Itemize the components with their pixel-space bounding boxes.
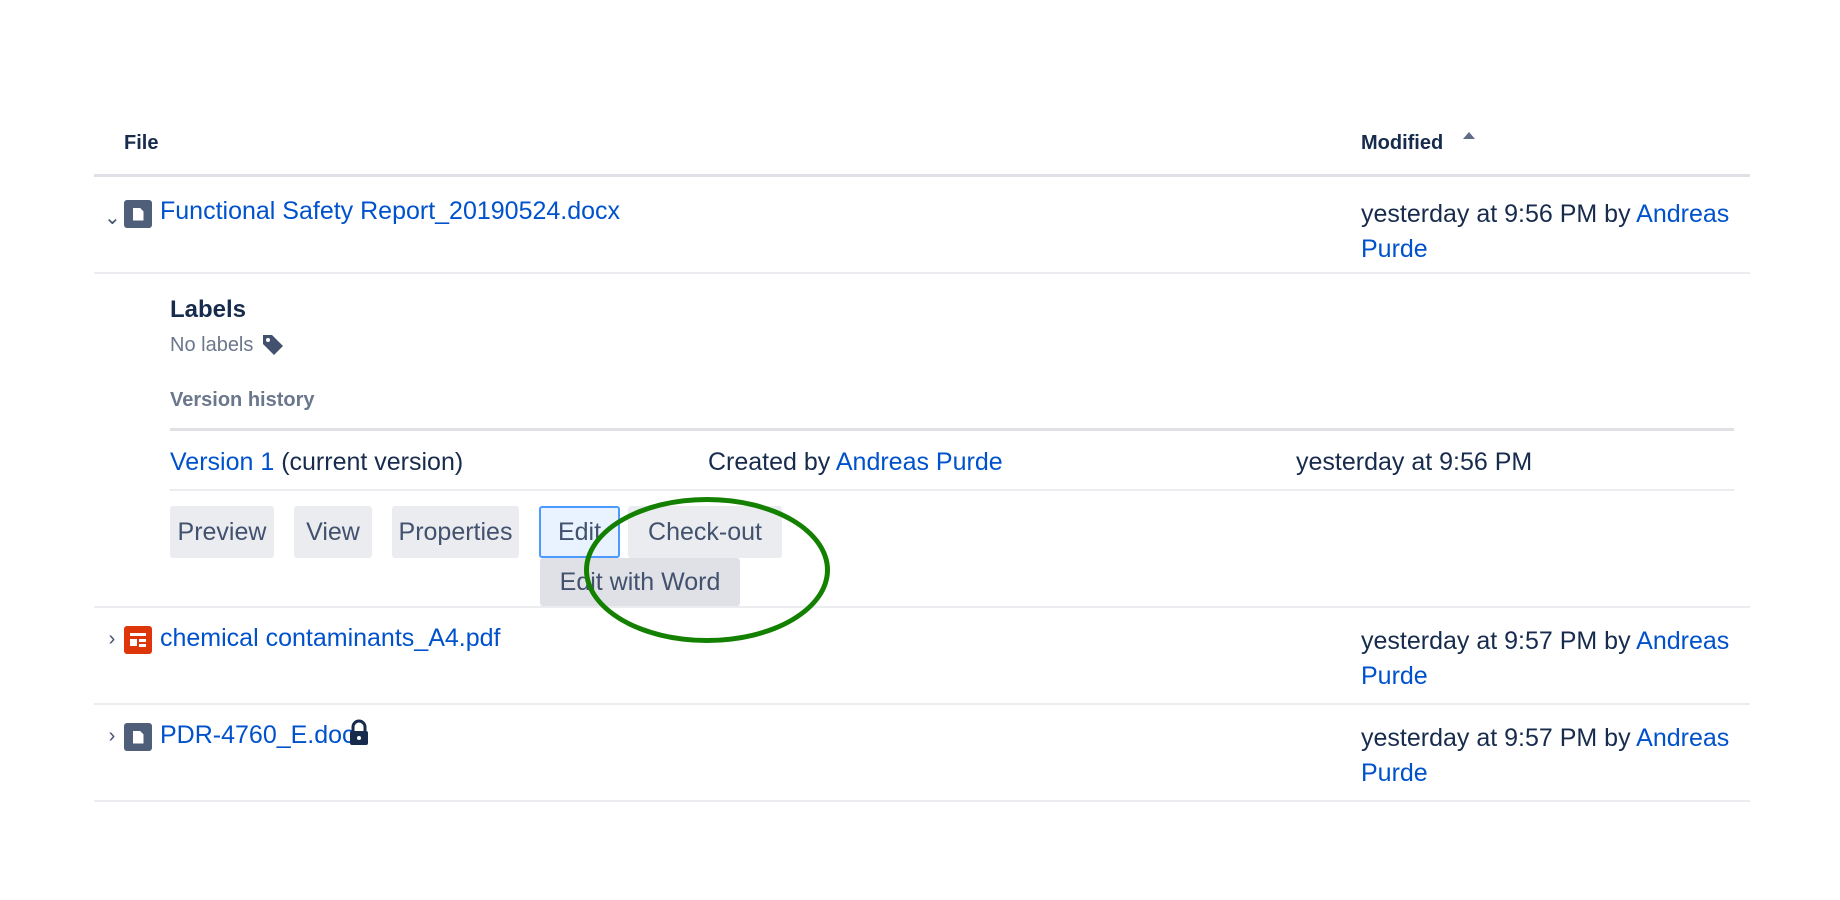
table-row: › PDR-4760_E.doc yesterday at 9:57 PM by… [94, 705, 1750, 802]
modified-user-link[interactable]: Andreas [1636, 627, 1729, 655]
view-button[interactable]: View [294, 506, 372, 558]
modified-user-link[interactable]: Andreas [1636, 200, 1729, 228]
checkout-button[interactable]: Check-out [628, 506, 782, 558]
no-labels-text: No labels [170, 334, 254, 356]
labels-heading: Labels [170, 296, 247, 323]
modified-cell: yesterday at 9:57 PM by Andreas Purde [1361, 721, 1741, 791]
file-link[interactable]: chemical contaminants_A4.pdf [160, 624, 500, 653]
version-suffix: (current version) [274, 448, 464, 476]
modified-cell: yesterday at 9:57 PM by Andreas Purde [1361, 624, 1741, 694]
sort-ascending-icon[interactable] [1463, 132, 1475, 139]
table-row: ⌄ Functional Safety Report_20190524.docx… [94, 177, 1750, 274]
table-row: › chemical contaminants_A4.pdf yesterday… [94, 608, 1750, 705]
chevron-right-icon[interactable]: › [104, 725, 120, 748]
version-date: yesterday at 9:56 PM [1296, 448, 1533, 476]
version-row: Version 1 (current version) Created by A… [170, 431, 1734, 491]
header-file[interactable]: File [124, 132, 158, 155]
modified-user-link-cont[interactable]: Purde [1361, 759, 1428, 787]
chevron-right-icon[interactable]: › [104, 628, 120, 651]
created-user-link[interactable]: Andreas Purde [836, 448, 1003, 476]
modified-user-link-cont[interactable]: Purde [1361, 235, 1428, 263]
version-link[interactable]: Version 1 [170, 448, 274, 476]
edit-button[interactable]: Edit [539, 506, 620, 558]
file-details-panel: Labels No labels Version history Version… [94, 274, 1750, 608]
chevron-down-icon[interactable]: ⌄ [104, 205, 121, 230]
pdf-icon [124, 626, 152, 654]
modified-user-link[interactable]: Andreas [1636, 724, 1729, 752]
edit-with-word-menu-item[interactable]: Edit with Word [540, 558, 740, 606]
modified-user-link-cont[interactable]: Purde [1361, 662, 1428, 690]
attachments-table: File Modified ⌄ Functional Safety Report… [94, 118, 1750, 802]
table-header: File Modified [94, 118, 1750, 177]
file-link[interactable]: PDR-4760_E.doc [160, 721, 355, 750]
doc-icon [124, 200, 152, 228]
doc-icon [124, 723, 152, 751]
tag-icon[interactable] [261, 332, 285, 356]
header-modified[interactable]: Modified [1361, 132, 1443, 155]
file-link[interactable]: Functional Safety Report_20190524.docx [160, 197, 620, 226]
modified-time: yesterday at 9:57 PM by [1361, 627, 1637, 655]
preview-button[interactable]: Preview [170, 506, 274, 558]
version-cell: Version 1 (current version) [170, 448, 463, 477]
modified-time: yesterday at 9:57 PM by [1361, 724, 1637, 752]
version-history-heading: Version history [170, 389, 315, 411]
modified-time: yesterday at 9:56 PM by [1361, 200, 1637, 228]
lock-icon [350, 719, 368, 745]
created-cell: Created by Andreas Purde [708, 448, 1003, 477]
properties-button[interactable]: Properties [392, 506, 519, 558]
modified-cell: yesterday at 9:56 PM by Andreas Purde [1361, 197, 1741, 267]
created-prefix: Created by [708, 448, 836, 476]
